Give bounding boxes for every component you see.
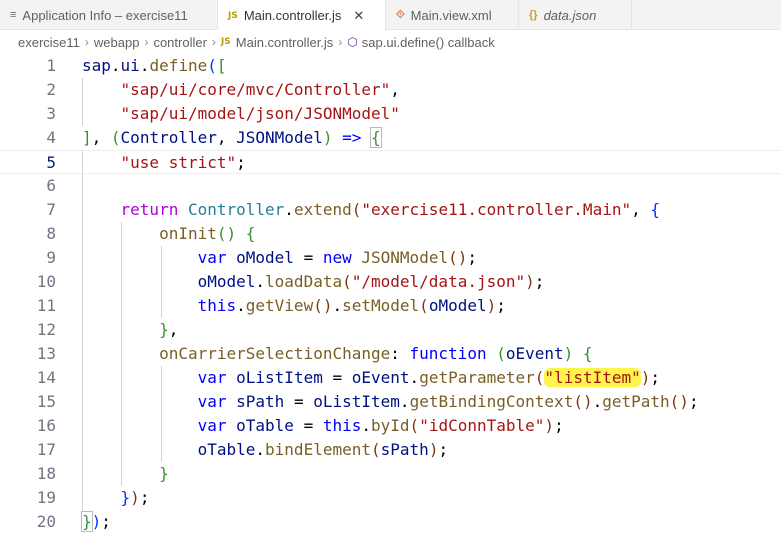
line-number: 19 bbox=[36, 488, 56, 507]
code-editor[interactable]: 1 sap.ui.define([ 2 "sap/ui/core/mvc/Con… bbox=[0, 54, 781, 537]
line-number: 12 bbox=[36, 320, 56, 339]
code-line: 19 }); bbox=[0, 486, 781, 510]
info-lines-icon: ≡ bbox=[10, 9, 17, 21]
code-text: "sap/ui/core/mvc/Controller", bbox=[120, 80, 400, 99]
code-text: "use strict"; bbox=[120, 153, 246, 172]
code-text: onCarrierSelectionChange: function (oEve… bbox=[159, 344, 593, 363]
line-number: 7 bbox=[46, 200, 56, 219]
code-line: 4 ], (Controller, JSONModel) => { bbox=[0, 126, 781, 150]
tab-main-view[interactable]: ⟐ Main.view.xml bbox=[386, 0, 519, 30]
code-line: 6 bbox=[0, 174, 781, 198]
code-text: var sPath = oListItem.getBindingContext(… bbox=[197, 392, 699, 411]
line-number: 4 bbox=[46, 128, 56, 147]
close-icon[interactable]: ✕ bbox=[353, 8, 364, 24]
breadcrumb-controller[interactable]: controller bbox=[153, 35, 206, 50]
chevron-right-icon: › bbox=[144, 35, 149, 49]
highlighted-string: "listItem" bbox=[544, 368, 641, 387]
line-number: 16 bbox=[36, 416, 56, 435]
line-number: 20 bbox=[36, 512, 56, 531]
code-line: 20 }); bbox=[0, 510, 781, 534]
breadcrumb-project[interactable]: exercise11 bbox=[18, 35, 80, 50]
code-text: "sap/ui/model/json/JSONModel" bbox=[120, 104, 400, 123]
tab-application-info[interactable]: ≡ Application Info – exercise11 bbox=[0, 0, 218, 30]
code-text: }); bbox=[120, 488, 150, 507]
line-number: 10 bbox=[36, 272, 56, 291]
code-line: 2 "sap/ui/core/mvc/Controller", bbox=[0, 78, 781, 102]
breadcrumb: exercise11 › webapp › controller › JS Ma… bbox=[0, 31, 781, 53]
line-number: 17 bbox=[36, 440, 56, 459]
code-text: this.getView().setModel(oModel); bbox=[197, 296, 506, 315]
code-line: 3 "sap/ui/model/json/JSONModel" bbox=[0, 102, 781, 126]
code-line-current: 5 "use strict"; bbox=[0, 150, 781, 174]
rss-xml-file-icon: ⟐ bbox=[396, 8, 405, 21]
code-line: 17 oTable.bindElement(sPath); bbox=[0, 438, 781, 462]
code-line: 15 var sPath = oListItem.getBindingConte… bbox=[0, 390, 781, 414]
code-line: 14 var oListItem = oEvent.getParameter("… bbox=[0, 366, 781, 390]
code-text: }); bbox=[81, 511, 111, 532]
line-number: 13 bbox=[36, 344, 56, 363]
code-text: oTable.bindElement(sPath); bbox=[197, 440, 449, 459]
tab-main-controller[interactable]: JS Main.controller.js ✕ bbox=[218, 0, 386, 31]
tab-label: data.json bbox=[543, 7, 597, 23]
chevron-right-icon: › bbox=[338, 35, 343, 49]
line-number: 1 bbox=[46, 56, 56, 75]
json-braces-icon: {} bbox=[529, 9, 538, 21]
tab-label: Main.view.xml bbox=[410, 7, 492, 23]
js-file-icon: JS bbox=[228, 10, 238, 21]
code-text: var oListItem = oEvent.getParameter("lis… bbox=[197, 368, 661, 387]
chevron-right-icon: › bbox=[211, 35, 216, 49]
code-line: 18 } bbox=[0, 462, 781, 486]
code-text: sap.ui.define([ bbox=[82, 56, 227, 75]
code-text: } bbox=[159, 464, 169, 483]
line-number: 6 bbox=[46, 176, 56, 195]
line-number: 5 bbox=[46, 153, 56, 172]
editor-tab-bar: ≡ Application Info – exercise11 JS Main.… bbox=[0, 0, 781, 31]
breadcrumb-webapp[interactable]: webapp bbox=[94, 35, 140, 50]
tab-label: Application Info – exercise11 bbox=[22, 7, 188, 23]
code-text: var oTable = this.byId("idConnTable"); bbox=[197, 416, 564, 435]
code-text: oModel.loadData("/model/data.json"); bbox=[197, 272, 545, 291]
code-text: ], (Controller, JSONModel) => { bbox=[82, 127, 382, 148]
line-number: 3 bbox=[46, 104, 56, 123]
code-text: var oModel = new JSONModel(); bbox=[197, 248, 477, 267]
tab-data-json[interactable]: {} data.json bbox=[519, 0, 632, 30]
line-number: 8 bbox=[46, 224, 56, 243]
line-number: 9 bbox=[46, 248, 56, 267]
code-line: 9 var oModel = new JSONModel(); bbox=[0, 246, 781, 270]
code-line: 7 return Controller.extend("exercise11.c… bbox=[0, 198, 781, 222]
symbol-cube-icon: ⬡ bbox=[347, 35, 358, 49]
tab-label: Main.controller.js bbox=[243, 8, 342, 23]
code-line: 13 onCarrierSelectionChange: function (o… bbox=[0, 342, 781, 366]
code-line: 11 this.getView().setModel(oModel); bbox=[0, 294, 781, 318]
code-line: 12 }, bbox=[0, 318, 781, 342]
code-line: 10 oModel.loadData("/model/data.json"); bbox=[0, 270, 781, 294]
code-text: onInit() { bbox=[159, 224, 256, 243]
chevron-right-icon: › bbox=[84, 35, 89, 49]
code-text: }, bbox=[159, 320, 179, 339]
code-text: return Controller.extend("exercise11.con… bbox=[120, 200, 660, 219]
breadcrumb-symbol[interactable]: sap.ui.define() callback bbox=[362, 35, 495, 50]
line-number: 14 bbox=[36, 368, 56, 387]
line-number: 18 bbox=[36, 464, 56, 483]
breadcrumb-file[interactable]: Main.controller.js bbox=[236, 35, 334, 50]
code-line: 1 sap.ui.define([ bbox=[0, 54, 781, 78]
code-line: 8 onInit() { bbox=[0, 222, 781, 246]
line-number: 15 bbox=[36, 392, 56, 411]
line-number: 11 bbox=[36, 296, 56, 315]
js-file-icon: JS bbox=[220, 37, 231, 47]
code-line: 16 var oTable = this.byId("idConnTable")… bbox=[0, 414, 781, 438]
line-number: 2 bbox=[46, 80, 56, 99]
